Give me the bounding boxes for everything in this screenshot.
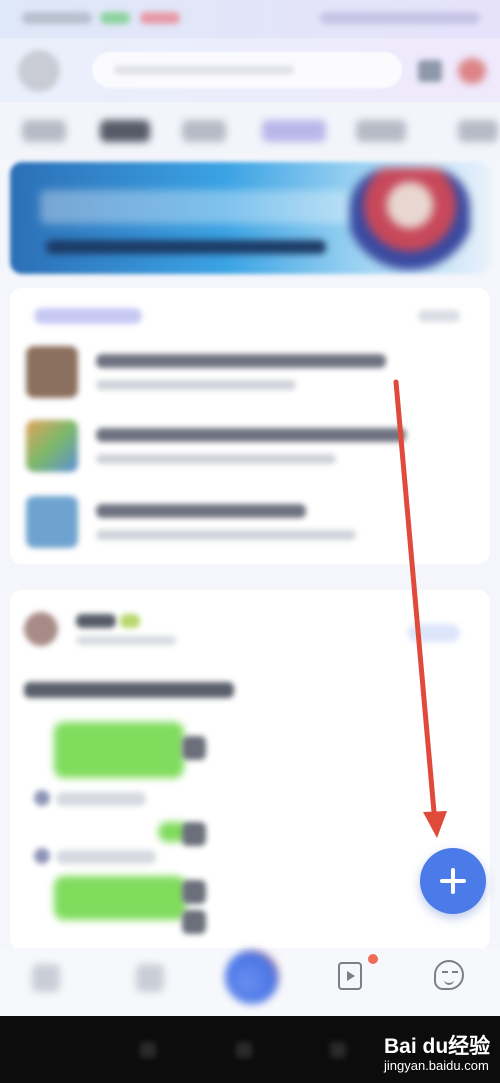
chat-avatar: [34, 848, 50, 864]
plus-icon: [451, 868, 455, 894]
center-icon[interactable]: [225, 950, 279, 1004]
list-item-thumbnail: [26, 496, 78, 548]
play-icon: [347, 971, 355, 981]
list-item[interactable]: [26, 420, 476, 480]
tab-item[interactable]: [458, 120, 498, 142]
search-input[interactable]: [92, 52, 402, 88]
tab-item[interactable]: [356, 120, 406, 142]
chat-avatar: [182, 822, 206, 846]
category-tabs: [0, 102, 500, 158]
author-badge: [120, 614, 140, 628]
status-icon: [100, 12, 130, 24]
banner-title: [40, 190, 350, 224]
message-icon: [136, 964, 164, 992]
search-placeholder: [114, 65, 294, 75]
promo-banner[interactable]: [10, 162, 490, 274]
status-right-icons: [320, 12, 480, 24]
list-item-title: [96, 504, 306, 518]
follow-button[interactable]: [408, 624, 460, 642]
more-link[interactable]: [418, 310, 460, 322]
chat-avatar: [182, 910, 206, 934]
author-name: [76, 614, 116, 628]
tab-item[interactable]: [262, 120, 326, 142]
add-button[interactable]: [420, 848, 486, 914]
chat-avatar: [182, 736, 206, 760]
chat-bubble: [54, 876, 186, 920]
app-header: [0, 38, 500, 102]
banner-figure: [350, 168, 470, 274]
status-icon: [140, 12, 180, 24]
watermark-logo: Bai du经验: [384, 1035, 491, 1058]
list-item-meta: [96, 380, 296, 390]
watermark: Bai du经验 jingyan.baidu.com: [384, 1030, 496, 1078]
list-item-meta: [96, 454, 336, 464]
home-key[interactable]: [236, 1042, 252, 1058]
tab-item[interactable]: [182, 120, 226, 142]
notification-icon[interactable]: [458, 58, 486, 84]
list-item-meta: [96, 530, 356, 540]
chat-text: [56, 850, 156, 864]
hot-list-card: [10, 288, 490, 564]
chat-avatar: [182, 880, 206, 904]
home-icon: [32, 964, 60, 992]
post-meta: [76, 636, 176, 645]
list-item[interactable]: [26, 346, 476, 406]
card-label: [34, 308, 142, 324]
video-icon[interactable]: [338, 962, 362, 990]
robot-eye: [452, 971, 458, 973]
nav-home[interactable]: [22, 956, 72, 1010]
status-time: [22, 12, 92, 24]
banner-subtitle: [46, 240, 326, 254]
robot-eye: [442, 971, 448, 973]
list-item-title: [96, 354, 386, 368]
tab-item[interactable]: [22, 120, 66, 142]
status-bar: [0, 0, 500, 38]
nav-message[interactable]: [126, 956, 176, 1010]
robot-mouth: [444, 979, 454, 985]
list-item-title: [96, 428, 406, 442]
scan-icon[interactable]: [418, 60, 442, 82]
back-key[interactable]: [140, 1042, 156, 1058]
watermark-url: jingyan.baidu.com: [384, 1058, 489, 1073]
robot-icon[interactable]: [434, 960, 464, 990]
list-item-thumbnail: [26, 420, 78, 472]
user-avatar[interactable]: [18, 50, 60, 92]
chat-bubble: [54, 722, 184, 778]
chat-text: [56, 792, 146, 806]
post-card[interactable]: [10, 590, 490, 950]
chat-avatar: [34, 790, 50, 806]
author-avatar[interactable]: [24, 612, 58, 646]
list-item[interactable]: [26, 496, 476, 556]
recent-key[interactable]: [330, 1042, 346, 1058]
post-title: [24, 682, 234, 698]
tab-item-active[interactable]: [100, 120, 150, 142]
list-item-thumbnail: [26, 346, 78, 398]
video-badge: [368, 954, 378, 964]
